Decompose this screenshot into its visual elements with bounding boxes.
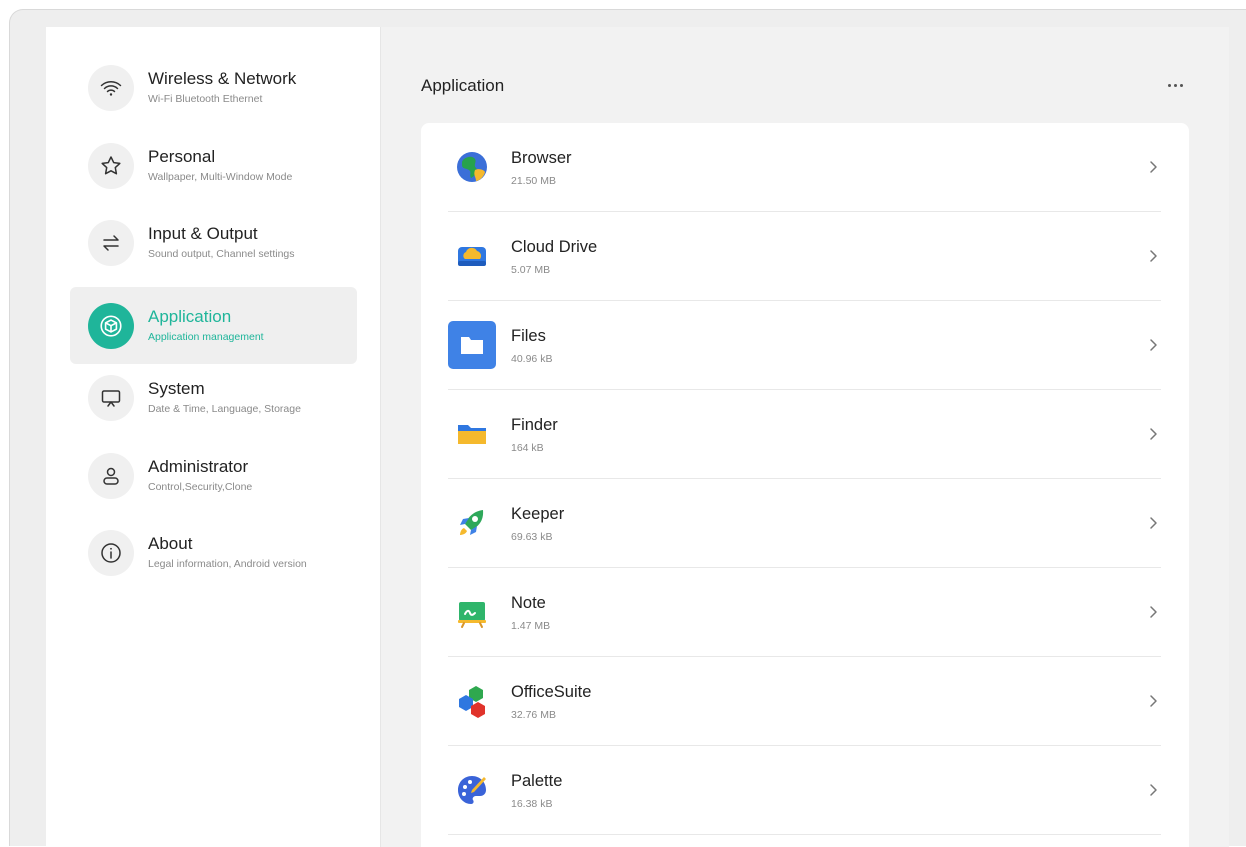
sidebar-item-administrator[interactable]: Administrator Control,Security,Clone [70,437,357,514]
sidebar-item-subtitle: Application management [148,331,264,343]
app-size: 16.38 kB [511,798,553,810]
sidebar-item-title: Input & Output [148,224,258,243]
chevron-right-icon [1150,161,1157,173]
chevron-right-icon [1150,250,1157,262]
chevron-right-icon [1150,428,1157,440]
device-frame: Wireless & Network Wi-Fi Bluetooth Ether… [9,9,1246,847]
app-size: 69.63 kB [511,531,553,543]
chevron-right-icon [1150,517,1157,529]
settings-screen: Wireless & Network Wi-Fi Bluetooth Ether… [46,27,1229,847]
sidebar-item-subtitle: Control,Security,Clone [148,481,253,493]
app-row-cloud-drive[interactable]: Cloud Drive 5.07 MB [448,212,1161,301]
app-name: Files [511,327,546,345]
app-row-note[interactable]: Note 1.47 MB [448,568,1161,657]
keeper-rocket-icon [448,499,496,547]
app-row-files[interactable]: Files 40.96 kB [448,301,1161,390]
app-size: 164 kB [511,442,544,454]
more-horizontal-icon[interactable] [1161,74,1189,96]
app-name: Browser [511,149,572,167]
app-row-finder[interactable]: Finder 164 kB [448,390,1161,479]
app-name: Palette [511,772,563,790]
finder-icon [448,410,496,458]
sidebar-item-title: Wireless & Network [148,69,297,88]
chevron-right-icon [1150,784,1157,796]
chevron-right-icon [1150,606,1157,618]
app-row-keeper[interactable]: Keeper 69.63 kB [448,479,1161,568]
sidebar-item-system[interactable]: System Date & Time, Language, Storage [70,359,357,436]
chevron-right-icon [1150,695,1157,707]
app-name: OfficeSuite [511,683,592,701]
sidebar-item-title: Personal [148,147,216,166]
sidebar-item-personal[interactable]: Personal Wallpaper, Multi-Window Mode [70,127,357,204]
page-title: Application [421,76,505,95]
cube-icon [88,303,134,349]
app-size: 5.07 MB [511,264,551,276]
sidebar-item-title: System [148,379,205,398]
wifi-icon [88,65,134,111]
sidebar-item-wireless-network[interactable]: Wireless & Network Wi-Fi Bluetooth Ether… [70,49,357,126]
star-icon [88,143,134,189]
sidebar-item-title: Application [148,307,232,326]
app-size: 40.96 kB [511,353,553,365]
info-icon [88,530,134,576]
app-size: 1.47 MB [511,620,551,632]
sidebar-item-subtitle: Sound output, Channel settings [148,248,295,260]
app-name: Keeper [511,505,565,523]
divider [448,834,1161,835]
settings-sidebar: Wireless & Network Wi-Fi Bluetooth Ether… [46,27,381,847]
browser-icon [448,143,496,191]
app-name: Cloud Drive [511,238,598,256]
palette-icon [448,766,496,814]
app-size: 32.76 MB [511,709,556,721]
sidebar-item-subtitle: Legal information, Android version [148,558,307,570]
sidebar-item-subtitle: Wallpaper, Multi-Window Mode [148,171,293,183]
sidebar-item-subtitle: Date & Time, Language, Storage [148,403,301,415]
sidebar-item-subtitle: Wi-Fi Bluetooth Ethernet [148,93,263,105]
note-board-icon [448,588,496,636]
sidebar-item-title: About [148,534,193,553]
officesuite-icon [448,677,496,725]
app-list: Browser 21.50 MB Cloud Drive 5.07 MB Fil… [421,123,1189,847]
swap-arrows-icon [88,220,134,266]
sidebar-item-about[interactable]: About Legal information, Android version [70,514,357,591]
app-row-browser[interactable]: Browser 21.50 MB [448,123,1161,212]
sidebar-item-input-output[interactable]: Input & Output Sound output, Channel set… [70,204,357,281]
application-panel: Application Browser 21.50 MB Cloud Drive… [381,27,1229,847]
cloud-drive-icon [448,232,496,280]
files-icon [448,321,496,369]
sidebar-item-application[interactable]: Application Application management [70,287,357,364]
app-row-officesuite[interactable]: OfficeSuite 32.76 MB [448,657,1161,746]
app-size: 21.50 MB [511,175,556,187]
app-row-palette[interactable]: Palette 16.38 kB [448,746,1161,835]
sidebar-item-title: Administrator [148,457,249,476]
user-icon [88,453,134,499]
app-name: Finder [511,416,558,434]
app-name: Note [511,594,546,612]
chevron-right-icon [1150,339,1157,351]
display-icon [88,375,134,421]
